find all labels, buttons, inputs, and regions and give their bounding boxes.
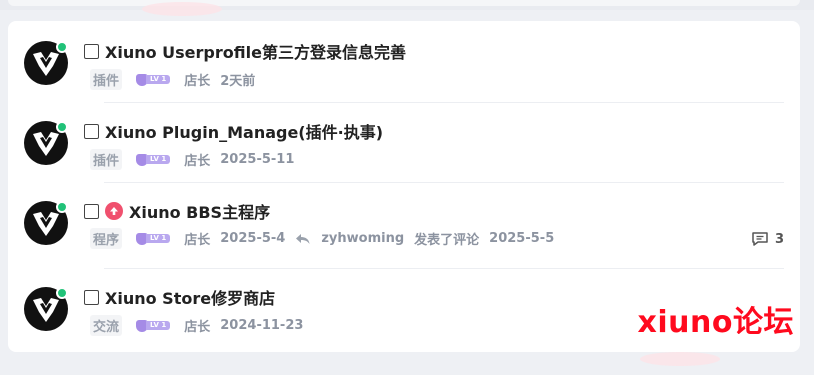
level-label: LV 1 [146,234,171,243]
author-name[interactable]: 店长 [184,316,210,335]
thread-title[interactable]: Xiuno Userprofile第三方登录信息完善 [105,39,406,63]
online-status-dot [56,201,68,213]
decor-glow-top [142,2,222,16]
author-name[interactable]: 店长 [184,150,210,169]
watermark: xiuno论坛 [637,305,794,340]
level-badge-icon: LV 1 [136,73,171,86]
previous-card-edge [8,0,800,6]
thread-title-line: Xiuno Store修罗商店 [84,285,275,309]
select-checkbox[interactable] [84,43,99,59]
thread-title[interactable]: Xiuno Plugin_Manage(插件·执事) [105,119,383,143]
level-badge-icon: LV 1 [136,153,171,166]
thread-meta: 插件 LV 1 店长 2025-5-11 [90,149,294,170]
select-checkbox[interactable] [84,203,99,219]
online-status-dot [56,121,68,133]
post-date: 2天前 [220,74,256,89]
online-status-dot [56,41,68,53]
reply-date: 2025-5-5 [489,231,555,246]
comment-count-value: 3 [774,231,784,247]
online-status-dot [56,287,68,299]
reply-user[interactable]: zyhwoming [321,231,404,246]
thread-row[interactable]: Xiuno BBS主程序 程序 LV 1 店长 2025-5-4 zyhwomi… [24,183,784,269]
top-arrow-icon [105,202,123,220]
category-tag[interactable]: 交流 [90,315,123,336]
post-date: 2025-5-11 [220,152,295,167]
category-tag[interactable]: 程序 [90,228,123,249]
category-tag[interactable]: 插件 [90,69,123,90]
thread-title-line: Xiuno BBS主程序 [84,199,270,223]
level-label: LV 1 [146,321,171,330]
select-checkbox[interactable] [84,123,99,139]
level-label: LV 1 [146,75,171,84]
category-tag[interactable]: 插件 [90,149,123,170]
thread-row[interactable]: Xiuno Userprofile第三方登录信息完善 插件 LV 1 店长 2天… [24,21,784,103]
post-date: 2025-5-4 [220,231,286,246]
select-checkbox[interactable] [84,289,99,305]
thread-meta: 交流 LV 1 店长 2024-11-23 [90,315,303,336]
level-badge-icon: LV 1 [136,319,171,332]
thread-title[interactable]: Xiuno Store修罗商店 [105,285,275,309]
thread-row[interactable]: Xiuno Plugin_Manage(插件·执事) 插件 LV 1 店长 20… [24,103,784,183]
level-label: LV 1 [146,155,171,164]
thread-title-line: Xiuno Plugin_Manage(插件·执事) [84,119,383,143]
thread-meta: 插件 LV 1 店长 2天前 [90,69,255,90]
thread-meta: 程序 LV 1 店长 2025-5-4 zyhwoming 发表了评论 2025… [90,228,554,249]
decor-glow-bottom [640,352,720,366]
comment-icon [752,232,768,246]
author-name[interactable]: 店长 [184,70,210,89]
thread-title[interactable]: Xiuno BBS主程序 [129,199,270,223]
thread-title-line: Xiuno Userprofile第三方登录信息完善 [84,39,406,63]
reply-arrow-icon [295,232,311,246]
level-badge-icon: LV 1 [136,232,171,245]
comment-count[interactable]: 3 [751,231,784,247]
reply-action: 发表了评论 [414,233,480,248]
author-name[interactable]: 店长 [184,229,210,248]
post-date: 2024-11-23 [220,318,304,333]
